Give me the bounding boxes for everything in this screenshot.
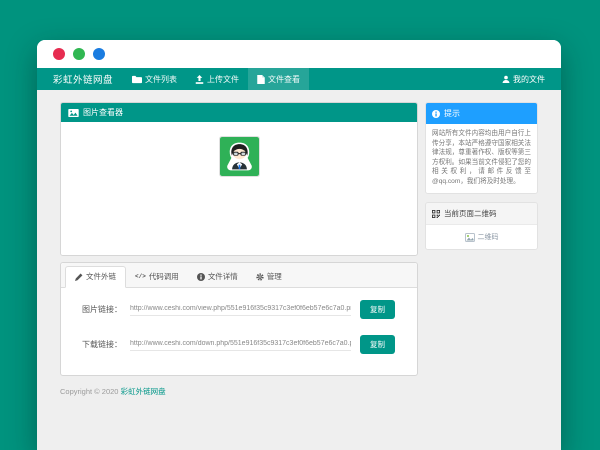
qr-panel-header: 当前页面二维码 — [426, 203, 537, 225]
tab-code-embed[interactable]: </> 代码调用 — [126, 266, 188, 288]
tab-bar: 文件外链 </> 代码调用 文件详情 — [61, 263, 417, 288]
info-circle-icon — [432, 110, 440, 118]
image-icon — [68, 109, 79, 117]
tab-label: 管理 — [267, 271, 282, 282]
nav-item-label: 文件列表 — [145, 74, 177, 85]
tips-header: 提示 — [426, 103, 537, 124]
titlebar-dot-green — [73, 48, 85, 60]
tab-label: 代码调用 — [149, 271, 179, 282]
folder-icon — [132, 75, 142, 84]
image-link-label: 图片链接： — [82, 304, 130, 315]
qr-code-icon — [432, 210, 440, 218]
tab-file-details[interactable]: 文件详情 — [188, 266, 247, 288]
qr-code-panel: 当前页面二维码 二维码 — [425, 202, 538, 250]
nav-item-file-list[interactable]: 文件列表 — [123, 68, 186, 90]
tips-title: 提示 — [444, 108, 460, 119]
main-column: 图片查看器 — [60, 102, 418, 397]
gear-icon — [256, 273, 264, 281]
tips-body-text: 网站所有文件内容均由用户自行上传分享，本站严格遵守国家相关法律法规，尊重著作权、… — [426, 124, 537, 193]
tab-file-external-link[interactable]: 文件外链 — [65, 266, 126, 288]
window-titlebar — [37, 40, 561, 68]
page-content: 图片查看器 — [37, 90, 561, 397]
download-link-label: 下载链接： — [82, 339, 130, 350]
footer-brand-link[interactable]: 彩虹外链网盘 — [121, 387, 166, 396]
nav-item-my-files[interactable]: 我的文件 — [502, 68, 545, 90]
qr-panel-body: 二维码 — [426, 225, 537, 249]
browser-window: 彩虹外链网盘 文件列表 上传文件 文件查看 我的文件 — [37, 40, 561, 450]
file-icon — [257, 75, 265, 84]
download-link-input[interactable] — [130, 338, 351, 351]
image-viewer-body — [61, 122, 417, 255]
download-link-row: 下载链接： 复制 — [82, 335, 395, 354]
top-navbar: 彩虹外链网盘 文件列表 上传文件 文件查看 我的文件 — [37, 68, 561, 90]
footer-copyright: Copyright © 2020 彩虹外链网盘 — [60, 386, 418, 397]
image-viewer-title: 图片查看器 — [83, 107, 123, 118]
nav-item-label: 我的文件 — [513, 74, 545, 85]
user-icon — [502, 75, 510, 84]
qr-broken-alt-text: 二维码 — [478, 232, 499, 242]
image-viewer-header: 图片查看器 — [61, 103, 417, 122]
brand-logo[interactable]: 彩虹外链网盘 — [53, 68, 113, 90]
copyright-text: Copyright © 2020 — [60, 387, 118, 396]
titlebar-dot-blue — [93, 48, 105, 60]
pencil-icon — [75, 273, 83, 281]
info-icon — [197, 273, 205, 281]
broken-image-icon — [465, 233, 475, 242]
upload-icon — [195, 75, 204, 84]
nav-item-file-view[interactable]: 文件查看 — [248, 68, 309, 90]
sidebar-column: 提示 网站所有文件内容均由用户自行上传分享，本站严格遵守国家相关法律法规，尊重著… — [425, 102, 538, 250]
nav-item-upload-file[interactable]: 上传文件 — [186, 68, 248, 90]
file-links-body: 图片链接： 复制 下载链接： 复制 — [61, 288, 417, 375]
file-links-panel: 文件外链 </> 代码调用 文件详情 — [60, 262, 418, 376]
nav-item-label: 上传文件 — [207, 74, 239, 85]
image-viewer-panel: 图片查看器 — [60, 102, 418, 256]
image-link-row: 图片链接： 复制 — [82, 300, 395, 319]
tab-label: 文件外链 — [86, 271, 116, 282]
copy-download-link-button[interactable]: 复制 — [360, 335, 395, 354]
nav-item-label: 文件查看 — [268, 74, 300, 85]
image-link-input[interactable] — [130, 303, 351, 316]
tab-manage[interactable]: 管理 — [247, 266, 291, 288]
qr-panel-title: 当前页面二维码 — [444, 208, 497, 219]
tips-panel: 提示 网站所有文件内容均由用户自行上传分享，本站严格遵守国家相关法律法规，尊重著… — [425, 102, 538, 194]
titlebar-dot-red — [53, 48, 65, 60]
copy-image-link-button[interactable]: 复制 — [360, 300, 395, 319]
avatar-image[interactable] — [220, 137, 259, 176]
tab-label: 文件详情 — [208, 271, 238, 282]
